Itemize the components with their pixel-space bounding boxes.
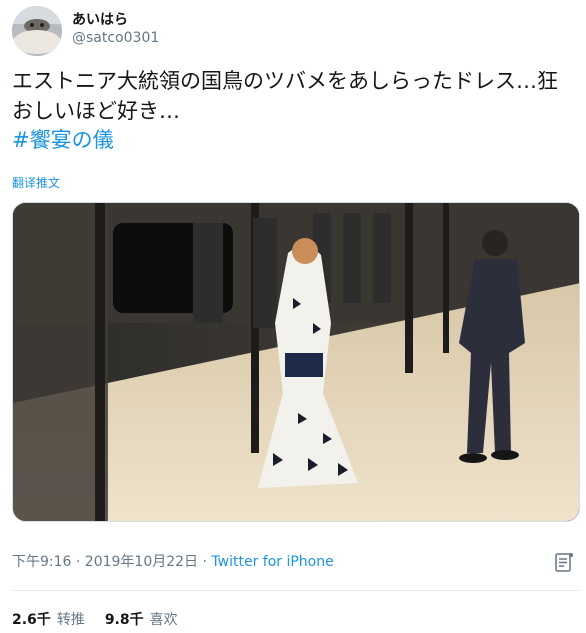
likes-label: 喜欢	[149, 612, 178, 628]
source-link[interactable]: Twitter for iPhone	[211, 554, 333, 570]
display-name[interactable]: あいはら	[72, 9, 128, 29]
tweet-meta: 下午9:16 · 2019年10月22日 · Twitter for iPhon…	[12, 551, 334, 571]
retweets-count: 2.6千	[12, 612, 51, 628]
photo-illustration	[13, 203, 579, 521]
translate-tweet-link[interactable]: 翻译推文	[12, 174, 60, 191]
likes-count: 9.8千	[104, 612, 144, 628]
timestamp-link[interactable]: 下午9:16 · 2019年10月22日	[12, 554, 198, 570]
hashtag-link[interactable]: #饗宴の儀	[12, 125, 114, 155]
meta-separator: ·	[198, 554, 212, 570]
tweet-stats: 2.6千 转推 9.8千 喜欢	[12, 609, 178, 629]
user-handle[interactable]: @satco0301	[72, 30, 159, 46]
tweet-text: エストニア大統領の国鳥のツバメをあしらったドレス…狂おしいほど好き…	[12, 69, 558, 123]
tweet-photo[interactable]	[12, 202, 580, 522]
document-icon[interactable]	[554, 551, 574, 573]
retweets-label: 转推	[56, 612, 85, 628]
likes-stat[interactable]: 9.8千 喜欢	[105, 612, 178, 628]
retweets-stat[interactable]: 2.6千 转推	[12, 612, 85, 628]
avatar[interactable]	[12, 6, 62, 56]
divider-top	[12, 590, 580, 591]
